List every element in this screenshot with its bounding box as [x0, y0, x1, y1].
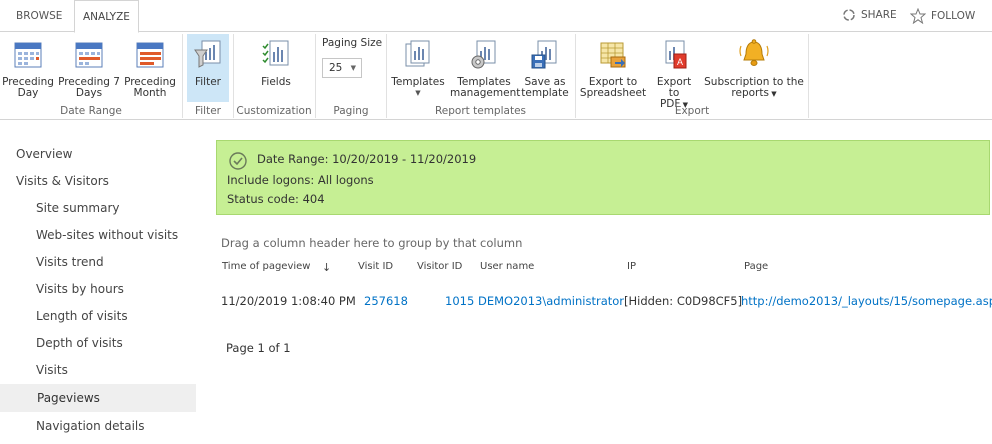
group-paging-label: Paging	[333, 105, 369, 117]
fields-button[interactable]: Fields	[254, 34, 298, 88]
column-header-visit-id[interactable]: Visit ID	[358, 261, 393, 272]
templates-button[interactable]: Templates ▼	[390, 34, 446, 99]
preceding-month-button[interactable]: Preceding Month	[122, 34, 178, 99]
sort-descending-icon: ↓	[322, 261, 332, 274]
tab-browse[interactable]: BROWSE	[8, 0, 70, 32]
preceding-7-days-button[interactable]: Preceding 7 Days	[58, 34, 120, 99]
save-as-template-label-2: template	[521, 87, 569, 99]
export-to-spreadsheet-button[interactable]: Export to Spreadsheet	[579, 34, 647, 99]
paging-size-label: Paging Size	[322, 37, 383, 49]
svg-text:A: A	[677, 57, 683, 67]
nav-overview[interactable]: Overview	[16, 147, 73, 161]
subscription-label-2: reports ▼	[702, 88, 806, 100]
group-export-label: Export	[674, 105, 710, 117]
fields-label: Fields	[261, 76, 291, 88]
paging-size-select[interactable]: 25 ▼	[322, 58, 362, 78]
nav-visits-trend[interactable]: Visits trend	[36, 255, 104, 269]
export-to-pdf-label-1: Export to	[656, 76, 692, 99]
cell-ip: [Hidden: C0D98CF5]	[624, 294, 743, 308]
nav-visits-by-hours[interactable]: Visits by hours	[36, 282, 124, 296]
cell-user-name-link[interactable]: DEMO2013\administrator	[478, 294, 624, 308]
follow-button[interactable]: FOLLOW	[910, 8, 975, 24]
nav-web-sites-without-visits[interactable]: Web-sites without visits	[36, 228, 178, 242]
subscription-button[interactable]: Subscription to the reports ▼	[702, 34, 806, 100]
calendar-icon	[14, 42, 42, 68]
pager-text: Page 1 of 1	[226, 341, 291, 355]
chevron-down-icon: ▼	[768, 90, 777, 98]
status-code-text: Status code: 404	[227, 192, 325, 206]
templates-label: Templates	[391, 76, 445, 88]
ribbon-tab-bar: BROWSE ANALYZE SHARE FOLLOW	[0, 0, 992, 33]
tab-analyze[interactable]: ANALYZE	[74, 0, 139, 33]
group-report-templates-label: Report templates	[434, 105, 526, 117]
nav-navigation-details[interactable]: Navigation details	[36, 419, 145, 433]
column-header-ip[interactable]: IP	[627, 261, 636, 272]
preceding-7-days-label-2: Days	[75, 87, 103, 99]
ribbon-separator	[808, 34, 809, 118]
column-header-time[interactable]: Time of pageview	[222, 261, 310, 272]
nav-site-summary[interactable]: Site summary	[36, 201, 119, 215]
column-header-user-name[interactable]: User name	[480, 261, 534, 272]
save-as-template-button[interactable]: Save as template	[520, 34, 570, 99]
calendar-icon	[75, 42, 103, 68]
include-logons-text: Include logons: All logons	[227, 173, 374, 187]
preceding-month-label-2: Month	[133, 87, 167, 99]
group-by-drop-area[interactable]: Drag a column header here to group by th…	[221, 236, 522, 250]
share-button[interactable]: SHARE	[842, 8, 897, 22]
preceding-day-label-2: Day	[17, 87, 39, 99]
templates-management-icon	[471, 40, 496, 69]
column-header-page[interactable]: Page	[744, 261, 768, 272]
nav-pageviews[interactable]: Pageviews	[0, 384, 196, 412]
nav-length-of-visits[interactable]: Length of visits	[36, 309, 128, 323]
filter-button[interactable]: Filter	[187, 34, 229, 102]
fields-icon	[262, 40, 289, 66]
cell-visit-id-link[interactable]: 257618	[364, 294, 408, 308]
bell-icon	[739, 39, 769, 66]
share-icon	[843, 9, 855, 21]
calendar-icon	[136, 42, 164, 68]
save-template-icon	[531, 40, 557, 69]
filter-label: Filter	[194, 76, 221, 88]
export-to-pdf-button[interactable]: A Export to PDF ▼	[650, 34, 698, 111]
cell-visitor-id-link[interactable]: 1015	[445, 294, 474, 308]
follow-label: FOLLOW	[931, 10, 976, 22]
nav-visits[interactable]: Visits	[36, 363, 68, 377]
pdf-icon: A	[665, 40, 687, 69]
filter-summary-banner: Date Range: 10/20/2019 - 11/20/2019 Incl…	[216, 140, 990, 215]
group-filter-label: Filter	[194, 105, 221, 117]
share-label: SHARE	[861, 9, 897, 21]
cell-page-link[interactable]: http://demo2013/_layouts/15/somepage.asp…	[741, 294, 992, 308]
subscription-label-2-text: reports	[731, 87, 769, 99]
check-circle-icon	[229, 152, 247, 170]
filter-icon	[194, 40, 221, 68]
nav-depth-of-visits[interactable]: Depth of visits	[36, 336, 123, 350]
templates-management-label-2: management	[450, 87, 521, 99]
templates-management-button[interactable]: Templates management	[450, 34, 521, 99]
paging-size-value: 25	[329, 62, 343, 74]
spreadsheet-icon	[600, 42, 626, 68]
star-icon	[910, 8, 926, 24]
chevron-down-icon: ▼	[350, 64, 356, 72]
preceding-day-button[interactable]: Preceding Day	[2, 34, 54, 99]
chevron-down-icon: ▼	[415, 89, 421, 97]
group-date-range-label: Date Range	[60, 105, 122, 117]
cell-time: 11/20/2019 1:08:40 PM	[221, 294, 356, 308]
templates-icon	[405, 40, 430, 67]
group-customization-label: Customization	[236, 105, 312, 117]
column-header-visitor-id[interactable]: Visitor ID	[417, 261, 462, 272]
export-to-spreadsheet-label-2: Spreadsheet	[579, 87, 647, 99]
date-range-text: Date Range: 10/20/2019 - 11/20/2019	[257, 152, 477, 166]
nav-visits-visitors[interactable]: Visits & Visitors	[16, 174, 109, 188]
ribbon: Preceding Day Preceding 7 Days Preceding…	[0, 32, 992, 120]
